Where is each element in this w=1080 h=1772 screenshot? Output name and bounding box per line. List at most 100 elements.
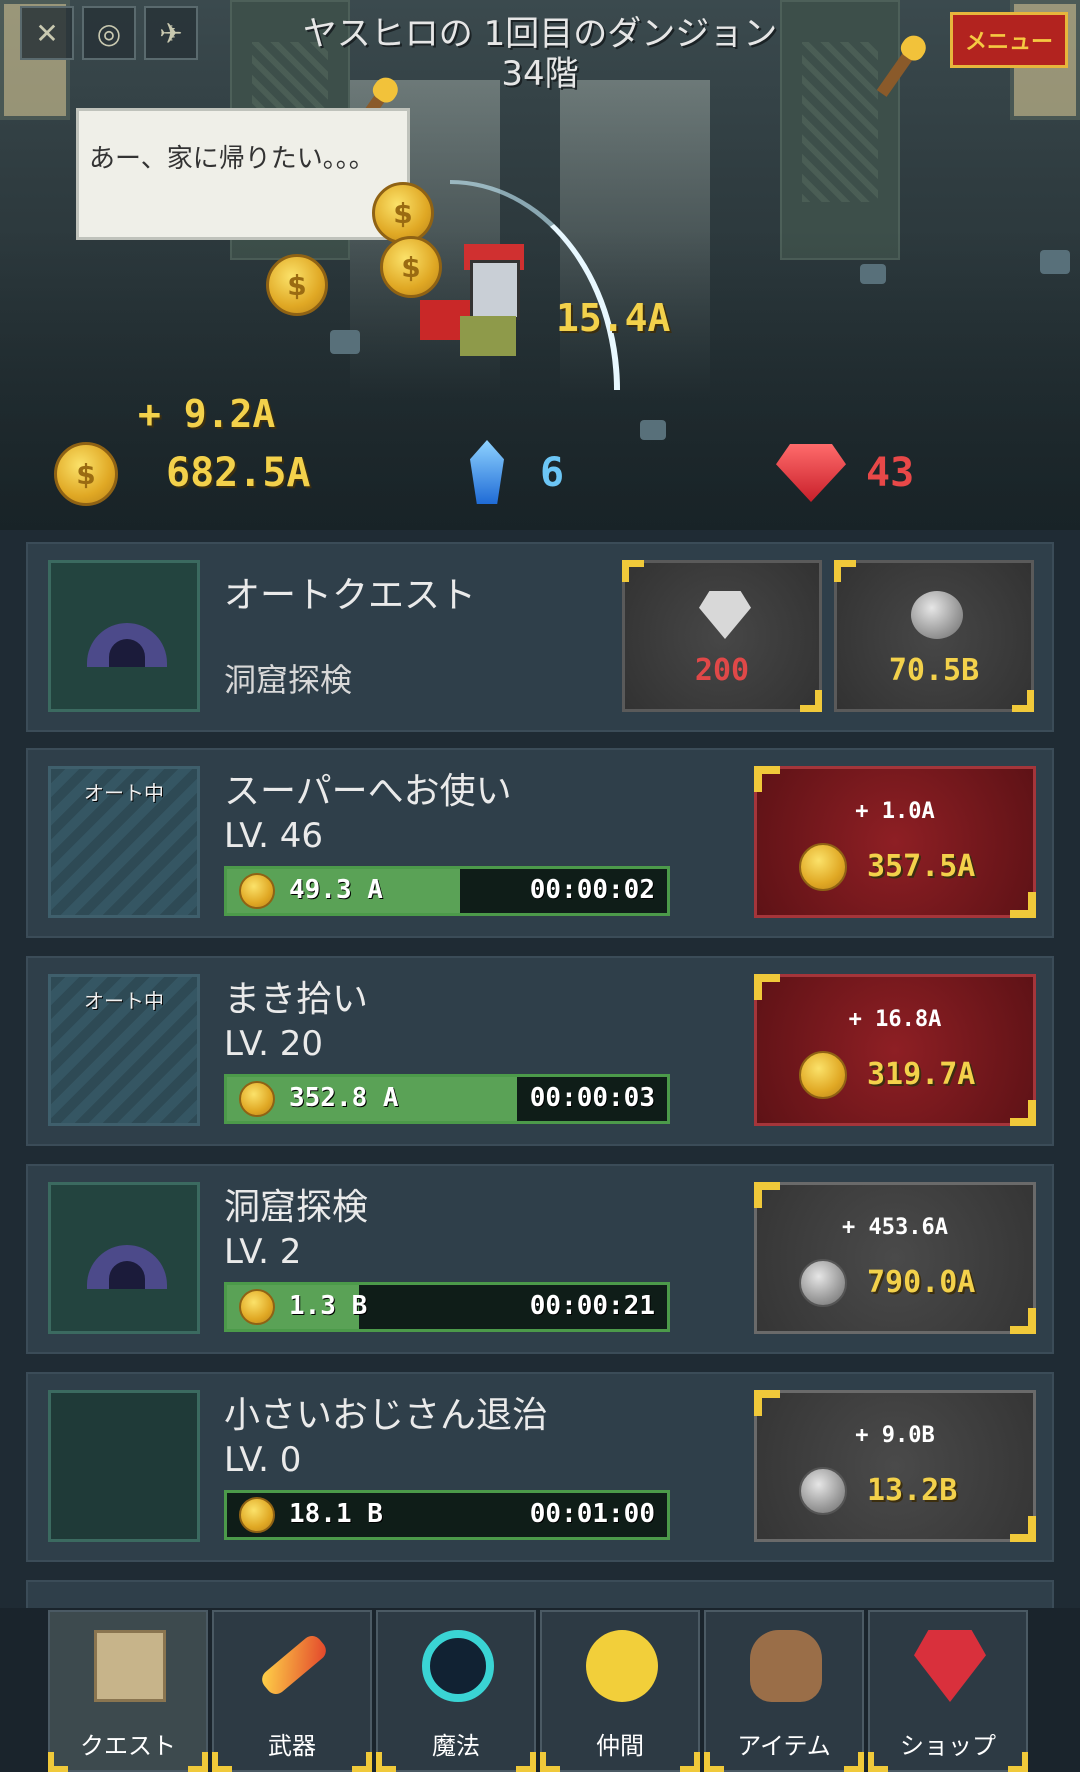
quest-title: スーパーへお使い (224, 771, 512, 812)
upgrade-cost: 790.0A (867, 1265, 976, 1300)
silver-coin-icon (799, 1467, 847, 1515)
quest-level: LV. 0 (224, 1440, 302, 1480)
progress-reward: 18.1 B (289, 1499, 383, 1529)
damage-number: 15.4A (556, 296, 671, 340)
knight-hero[interactable] (420, 240, 530, 360)
quest-level: LV. 2 (224, 1232, 302, 1272)
gold-gain: + 9.2A (138, 392, 276, 436)
upgrade-button[interactable]: + 453.6A 790.0A (754, 1182, 1036, 1334)
quest-list[interactable]: オートクエスト 洞窟探検 200 70.5B オート中 スーパーへお使い LV.… (0, 530, 1080, 1620)
coin-icon (239, 1081, 275, 1117)
chick-icon (586, 1630, 658, 1702)
currency-row: $ 682.5A 6 43 (0, 440, 1080, 520)
auto-quest-card: オートクエスト 洞窟探検 200 70.5B (26, 542, 1054, 732)
bag-icon (750, 1630, 822, 1702)
progress-timer: 00:00:03 (529, 1083, 655, 1113)
coin-icon (239, 873, 275, 909)
rock (330, 330, 360, 354)
coin-icon: $ (266, 254, 328, 316)
progress-reward: 1.3 B (289, 1291, 368, 1321)
dungeon-title: ヤスヒロの 1回目のダンジョン 34階 (0, 14, 1080, 94)
gold-coin-icon: $ (54, 442, 118, 506)
quest-thumbnail: オート中 (48, 974, 200, 1126)
auto-quest-subtitle: 洞窟探検 (224, 661, 353, 699)
rock (860, 264, 886, 284)
quest-card: 小さいおじさん退治 LV. 0 18.1 B 00:01:00 + 9.0B 1… (26, 1372, 1054, 1562)
progress-reward: 49.3 A (289, 875, 383, 905)
auto-quest-title: オートクエスト (224, 575, 477, 616)
auto-running-tag: オート中 (84, 781, 164, 805)
quest-title: 小さいおじさん退治 (224, 1395, 549, 1436)
tab-weapon[interactable]: 武器 (212, 1610, 372, 1772)
quest-progress-bar: 1.3 B 00:00:21 (224, 1282, 670, 1332)
quest-progress-bar: 18.1 B 00:01:00 (224, 1490, 670, 1540)
tab-label: 仲間 (596, 1732, 644, 1760)
tab-quest[interactable]: クエスト (48, 1610, 208, 1772)
coin-icon (799, 843, 847, 891)
auto-running-tag: オート中 (84, 989, 164, 1013)
magic-circle-icon (422, 1630, 494, 1702)
diamond-icon (699, 591, 751, 639)
upgrade-cost: 357.5A (867, 849, 976, 884)
upgrade-button[interactable]: + 16.8A 319.7A (754, 974, 1036, 1126)
floor-number: 34階 (501, 54, 579, 94)
coin-icon: $ (372, 182, 434, 244)
progress-timer: 00:00:02 (529, 875, 655, 905)
tab-shop[interactable]: ショップ (868, 1610, 1028, 1772)
diamond-cost: 200 (694, 653, 750, 688)
upgrade-button[interactable]: + 9.0B 13.2B (754, 1390, 1036, 1542)
dungeon-name: ヤスヒロの 1回目のダンジョン (302, 14, 778, 54)
quest-level: LV. 46 (224, 816, 323, 856)
flame-sword-icon (258, 1631, 330, 1699)
cave-icon (87, 1245, 167, 1289)
quest-progress-bar: 49.3 A 00:00:02 (224, 866, 670, 916)
scroll-icon (94, 1630, 166, 1702)
quest-title: まき拾い (224, 979, 369, 1020)
silver-cost: 70.5B (888, 653, 980, 688)
quest-card: オート中 まき拾い LV. 20 352.8 A 00:00:03 + 16.8… (26, 956, 1054, 1146)
crystal-icon (470, 440, 504, 504)
ruby-icon (914, 1630, 986, 1702)
dungeon-scene: ✕ ◎ ✈ ヤスヒロの 1回目のダンジョン 34階 メニュー あー、家に帰りたい… (0, 0, 1080, 530)
speech-bubble: あー、家に帰りたい。。。 (76, 108, 410, 240)
tab-label: 武器 (268, 1732, 316, 1760)
progress-timer: 00:00:21 (529, 1291, 655, 1321)
menu-button[interactable]: メニュー (950, 12, 1068, 68)
upgrade-cost: 319.7A (867, 1057, 976, 1092)
auto-quest-silver-button[interactable]: 70.5B (834, 560, 1034, 712)
quest-card: オート中 スーパーへお使い LV. 46 49.3 A 00:00:02 + 1… (26, 748, 1054, 938)
tab-label: アイテム (737, 1732, 831, 1760)
upgrade-gain: + 1.0A (855, 799, 935, 824)
auto-quest-diamond-button[interactable]: 200 (622, 560, 822, 712)
tab-companion[interactable]: 仲間 (540, 1610, 700, 1772)
upgrade-gain: + 453.6A (842, 1215, 948, 1240)
silver-coin-icon (799, 1259, 847, 1307)
tab-label: ショップ (900, 1732, 996, 1760)
cave-thumbnail (48, 1182, 200, 1334)
upgrade-button[interactable]: + 1.0A 357.5A (754, 766, 1036, 918)
upgrade-cost: 13.2B (867, 1473, 958, 1508)
gold-amount: 682.5A (166, 450, 311, 496)
tab-magic[interactable]: 魔法 (376, 1610, 536, 1772)
ruby-icon (776, 444, 846, 502)
crystal-amount: 6 (540, 450, 565, 496)
ruby-amount: 43 (866, 450, 915, 496)
tab-label: クエスト (80, 1732, 176, 1760)
cave-thumbnail (48, 560, 200, 712)
quest-thumbnail (48, 1390, 200, 1542)
quest-card: 洞窟探検 LV. 2 1.3 B 00:00:21 + 453.6A 790.0… (26, 1164, 1054, 1354)
upgrade-gain: + 9.0B (855, 1423, 935, 1448)
quest-level: LV. 20 (224, 1024, 323, 1064)
rock (1040, 250, 1070, 274)
coin-icon (239, 1497, 275, 1533)
quest-progress-bar: 352.8 A 00:00:03 (224, 1074, 670, 1124)
bottom-tab-bar: クエスト 武器 魔法 仲間 アイテム ショップ (0, 1608, 1080, 1772)
quest-title: 洞窟探検 (224, 1187, 369, 1228)
silver-coin-icon (911, 591, 963, 639)
coin-icon (239, 1289, 275, 1325)
quest-thumbnail: オート中 (48, 766, 200, 918)
rock (640, 420, 666, 440)
coin-icon (799, 1051, 847, 1099)
tab-item[interactable]: アイテム (704, 1610, 864, 1772)
cave-icon (87, 623, 167, 667)
